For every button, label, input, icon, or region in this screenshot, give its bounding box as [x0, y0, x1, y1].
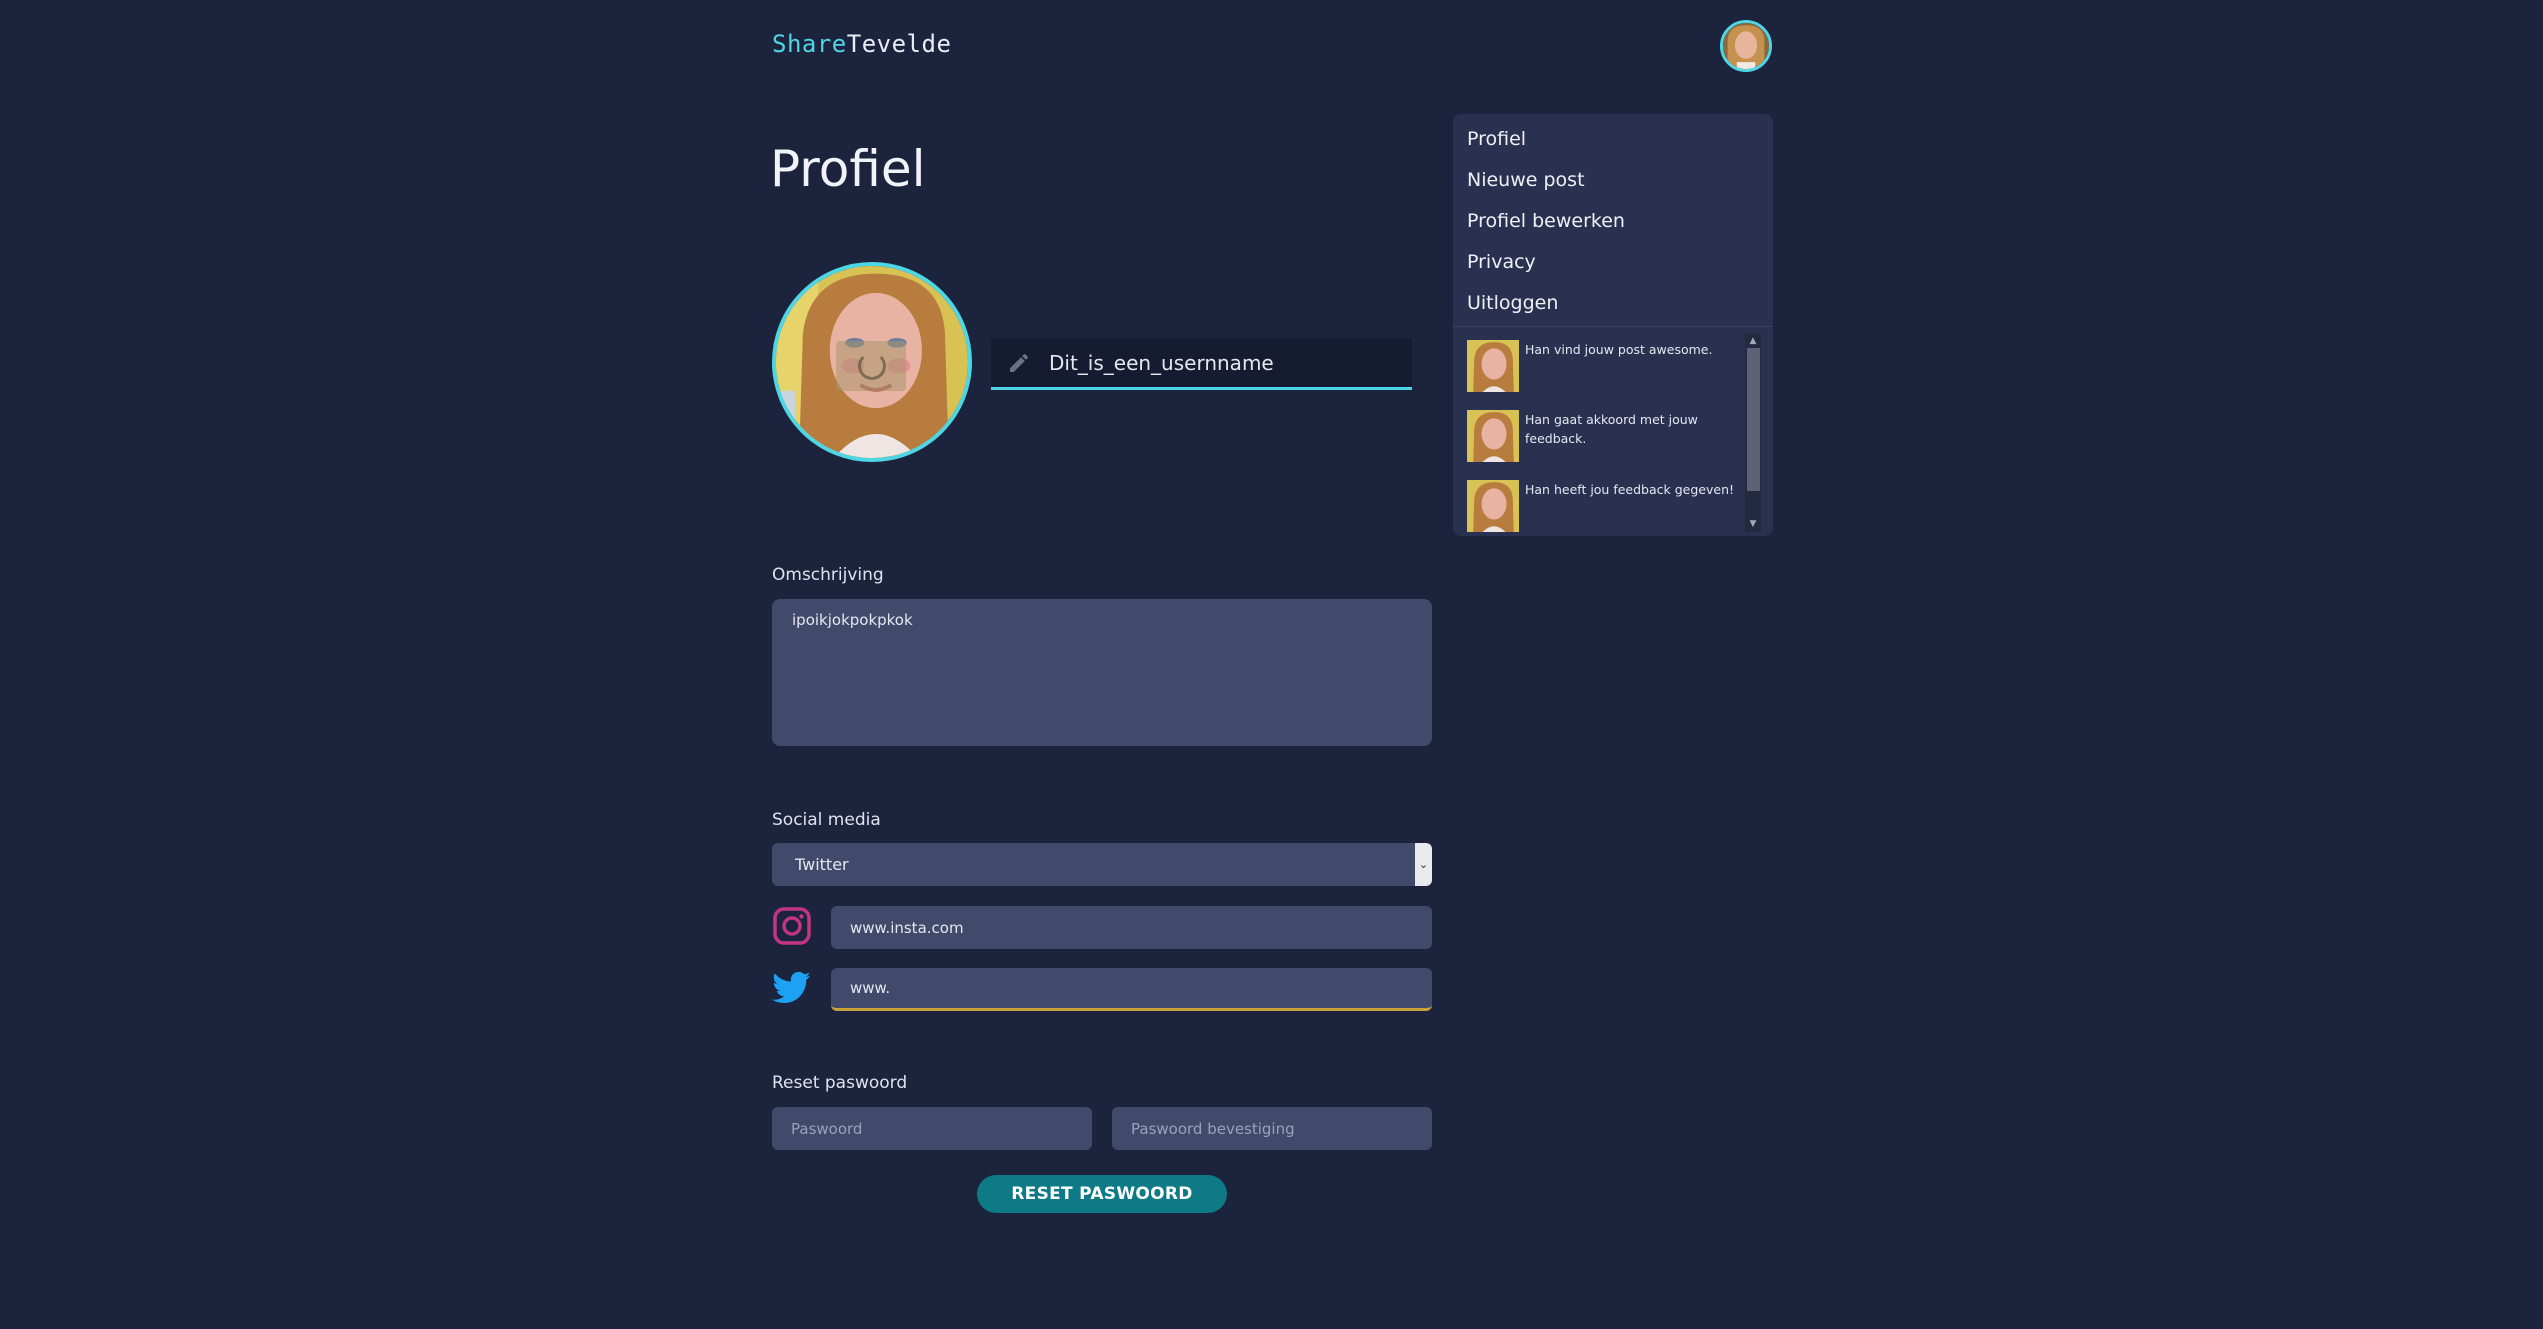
instagram-icon	[773, 907, 811, 945]
twitter-icon	[772, 971, 811, 1004]
notification-avatar	[1467, 480, 1519, 532]
instagram-input[interactable]: www.insta.com	[831, 906, 1432, 949]
notification-text: Han heeft jou feedback gegeven!	[1525, 482, 1734, 497]
user-avatar[interactable]	[1720, 20, 1772, 72]
password-input[interactable]: Paswoord	[772, 1107, 1092, 1150]
logo-share: Share	[772, 30, 847, 58]
profile-page: ShareTevelde Profiel Dit_is_een_usernnam…	[0, 0, 2543, 1329]
password-confirm-placeholder: Paswoord bevestiging	[1131, 1119, 1295, 1138]
notification-text: Han vind jouw post awesome.	[1525, 342, 1713, 357]
site-logo[interactable]: ShareTevelde	[772, 30, 951, 58]
social-media-label: Social media	[772, 810, 881, 830]
scroll-up-icon[interactable]: ▲	[1745, 335, 1761, 347]
loading-spinner-icon	[858, 352, 886, 380]
avatar-image	[1723, 23, 1769, 69]
page-title: Profiel	[770, 140, 926, 198]
instagram-value: www.insta.com	[850, 918, 964, 937]
notification-text: Han gaat akkoord met jouw feedback.	[1525, 412, 1698, 446]
upload-overlay[interactable]	[836, 341, 906, 391]
notification-avatar	[1467, 340, 1519, 392]
menu-item-privacy[interactable]: Privacy	[1467, 251, 1536, 273]
description-value: ipoikjokpokpkok	[792, 611, 913, 629]
chevron-down-icon[interactable]: ⌄	[1415, 843, 1432, 886]
password-placeholder: Paswoord	[791, 1119, 863, 1138]
twitter-input[interactable]: www.	[831, 968, 1432, 1011]
scroll-down-icon[interactable]: ▼	[1745, 518, 1761, 530]
description-label: Omschrijving	[772, 565, 884, 585]
description-textarea[interactable]: ipoikjokpokpkok	[772, 599, 1432, 746]
username-value: Dit_is_een_usernname	[1049, 350, 1274, 375]
menu-item-uitloggen[interactable]: Uitloggen	[1467, 292, 1558, 314]
notification-item[interactable]: Han gaat akkoord met jouw feedback.	[1467, 410, 1737, 462]
notification-item[interactable]: Han vind jouw post awesome.	[1467, 340, 1737, 392]
social-media-select[interactable]: Twitter ⌄	[772, 843, 1432, 886]
logo-tevelde: Tevelde	[846, 30, 952, 58]
twitter-value: www.	[850, 979, 891, 997]
scrollbar-thumb[interactable]	[1747, 348, 1760, 491]
username-field[interactable]: Dit_is_een_usernname	[991, 338, 1412, 390]
menu-item-nieuwe-post[interactable]: Nieuwe post	[1467, 169, 1585, 191]
password-confirm-input[interactable]: Paswoord bevestiging	[1112, 1107, 1432, 1150]
menu-item-profiel-bewerken[interactable]: Profiel bewerken	[1467, 210, 1625, 232]
social-media-selected: Twitter	[795, 855, 849, 874]
sidebar-divider	[1453, 326, 1773, 327]
reset-password-label: Reset paswoord	[772, 1073, 908, 1093]
reset-password-button[interactable]: RESET PASWOORD	[977, 1175, 1227, 1213]
sidebar: Profiel Nieuwe post Profiel bewerken Pri…	[1453, 114, 1773, 536]
menu-item-profiel[interactable]: Profiel	[1467, 128, 1526, 150]
notification-item[interactable]: Han heeft jou feedback gegeven!	[1467, 480, 1737, 532]
profile-picture[interactable]	[772, 262, 972, 462]
notification-avatar	[1467, 410, 1519, 462]
pencil-icon[interactable]	[1007, 351, 1031, 375]
